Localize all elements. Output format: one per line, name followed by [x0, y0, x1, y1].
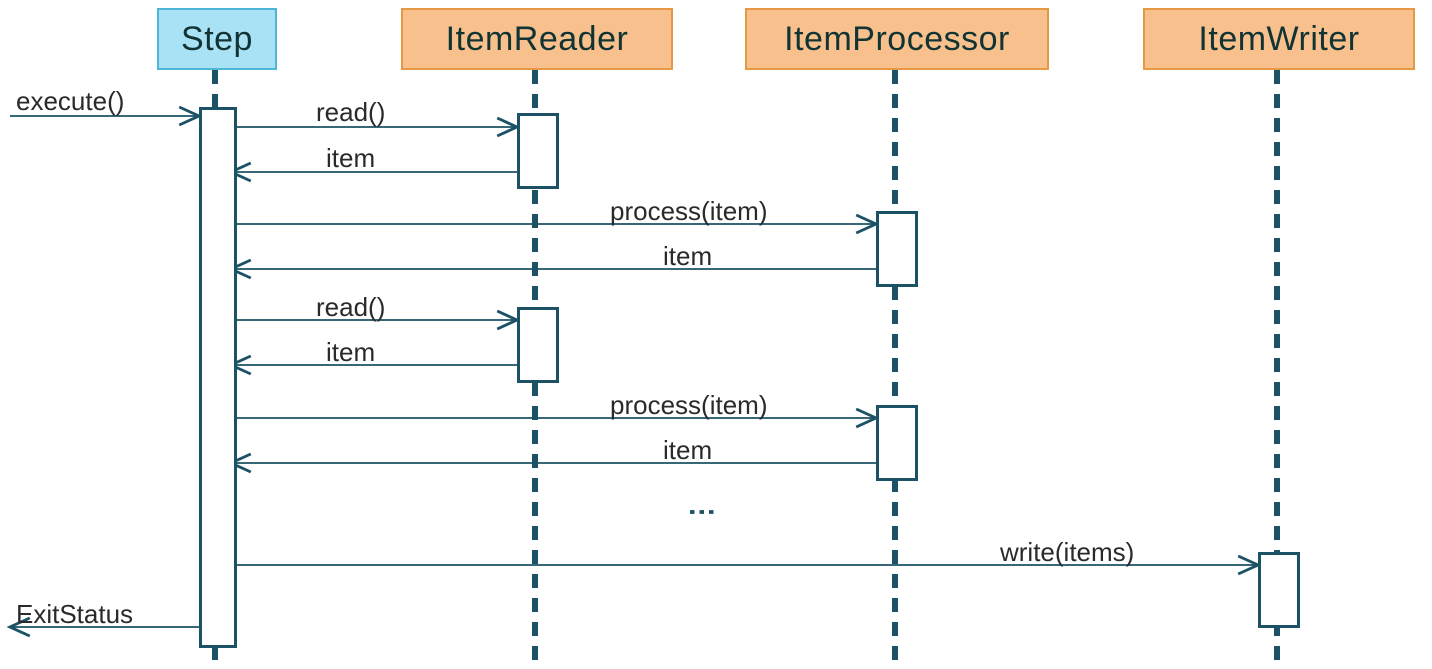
message-label: item	[326, 337, 375, 368]
message-label: write(items)	[1000, 537, 1134, 568]
participant-step-label: Step	[181, 20, 253, 59]
activation-box	[1258, 552, 1300, 628]
message-label: ExitStatus	[16, 599, 133, 630]
activation-box	[517, 307, 559, 383]
activation-step	[199, 107, 237, 648]
message-label: read()	[316, 97, 385, 128]
participant-item-processor-label: ItemProcessor	[784, 20, 1010, 59]
message-label: read()	[316, 292, 385, 323]
participant-item-reader: ItemReader	[401, 8, 673, 70]
ellipsis-icon: ⋮	[686, 498, 719, 522]
message-label: item	[663, 241, 712, 272]
message-label: process(item)	[610, 196, 767, 227]
participant-item-writer-label: ItemWriter	[1198, 20, 1359, 59]
message-label: process(item)	[610, 390, 767, 421]
participant-item-reader-label: ItemReader	[446, 20, 629, 59]
participant-item-processor: ItemProcessor	[745, 8, 1049, 70]
message-label: item	[326, 143, 375, 174]
message-label: execute()	[16, 86, 124, 117]
participant-step: Step	[157, 8, 277, 70]
activation-box	[876, 211, 918, 287]
message-label: item	[663, 435, 712, 466]
participant-item-writer: ItemWriter	[1143, 8, 1415, 70]
activation-box	[517, 113, 559, 189]
activation-box	[876, 405, 918, 481]
